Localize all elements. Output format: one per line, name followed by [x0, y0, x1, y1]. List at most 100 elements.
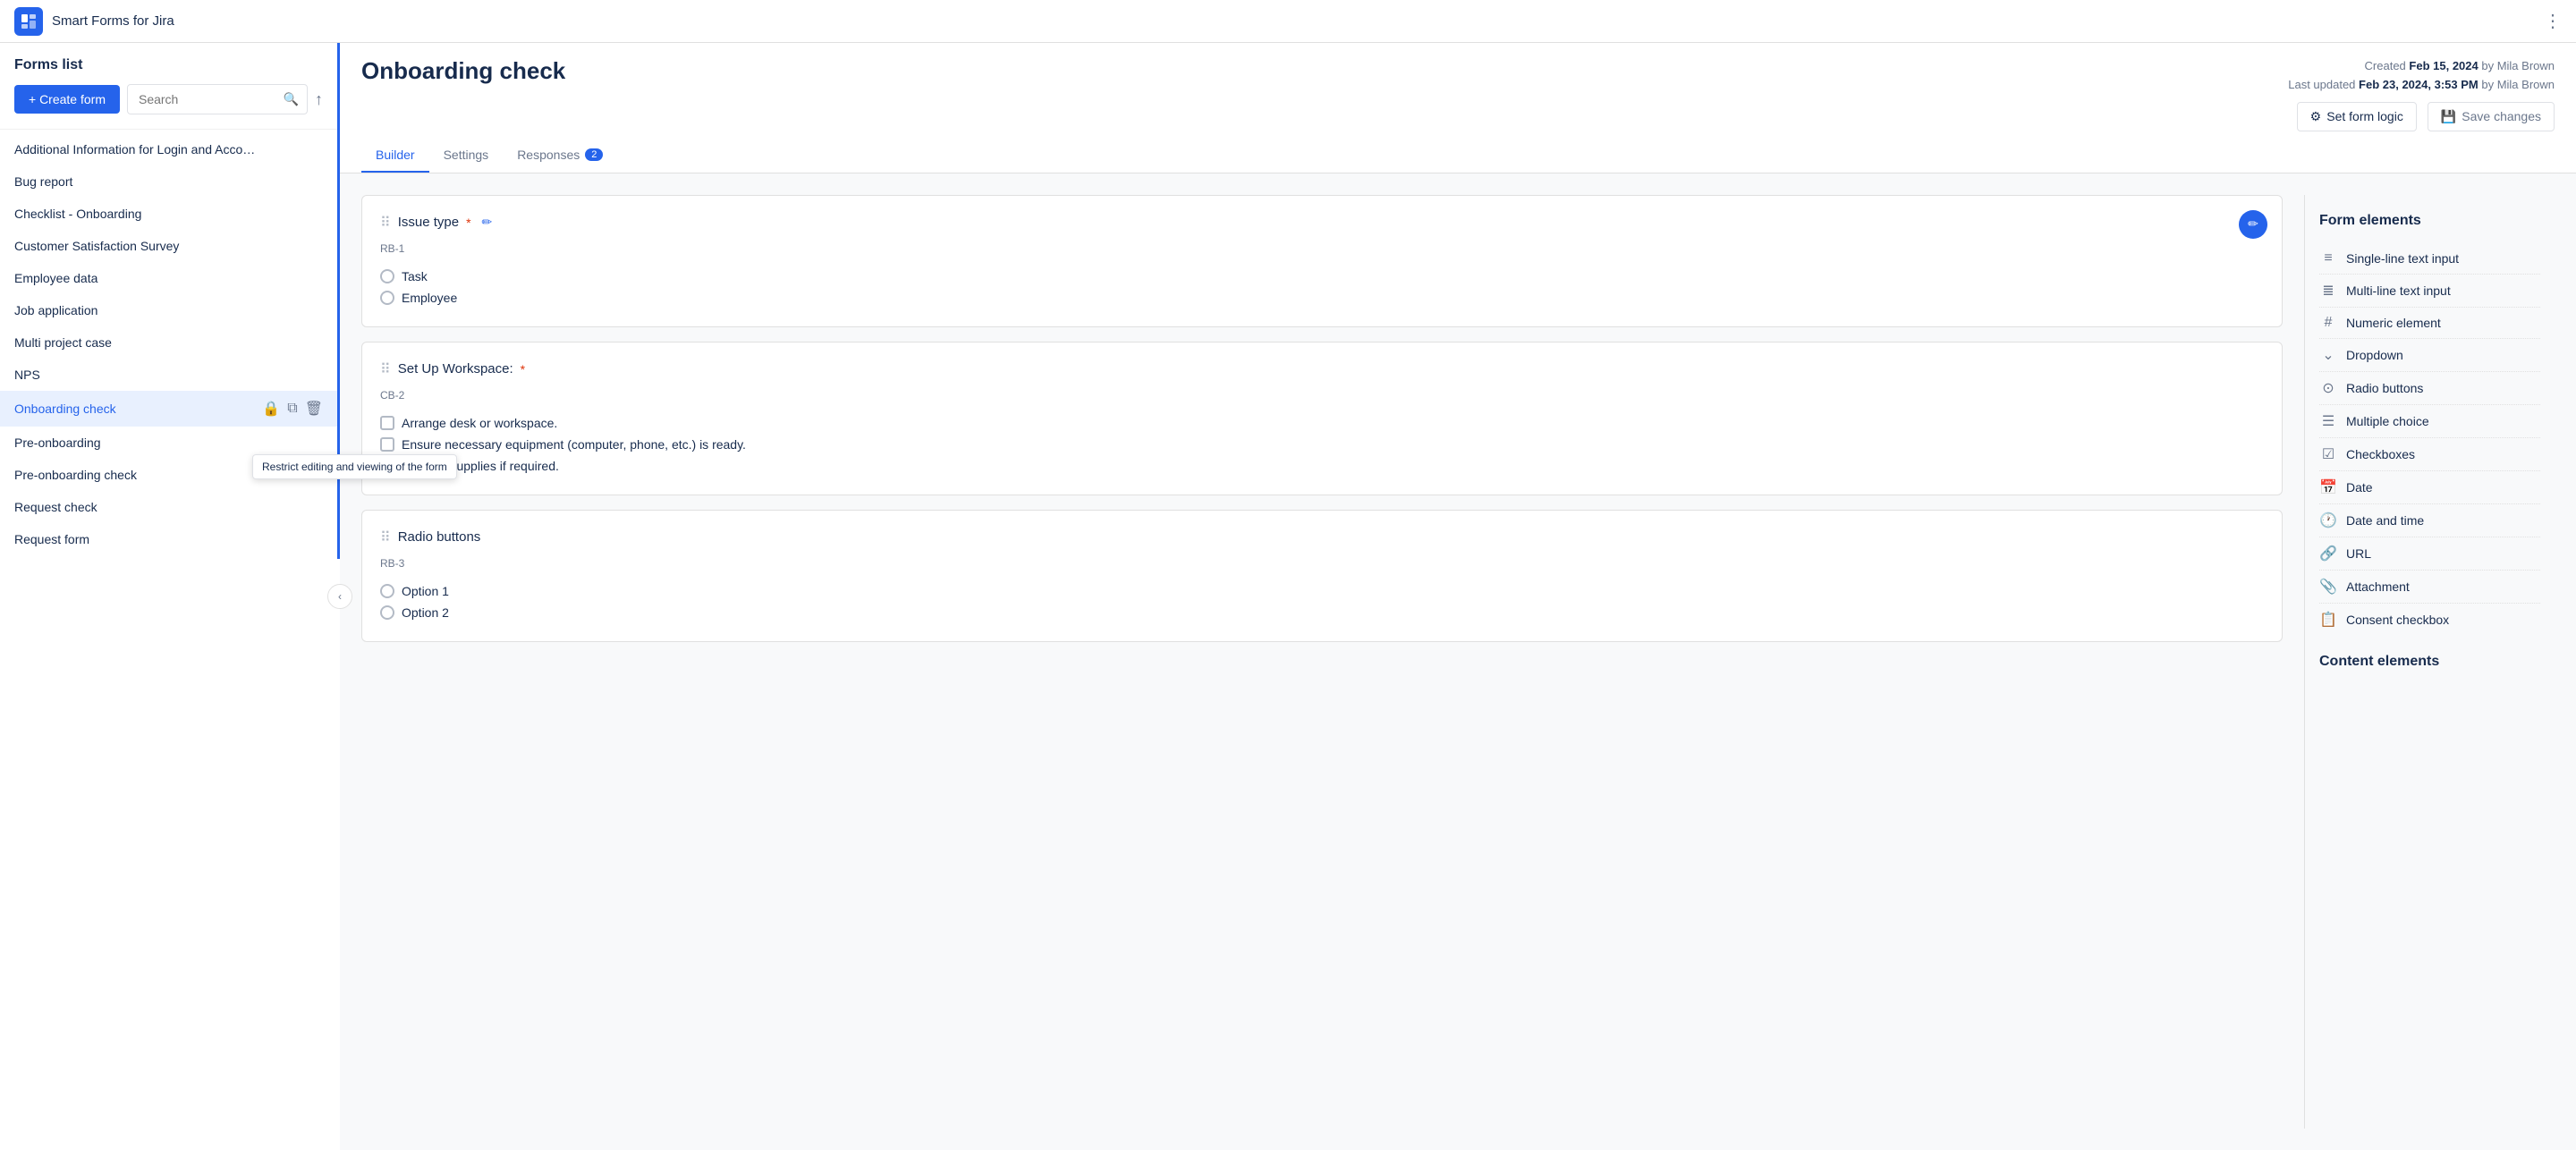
field-edit-icon[interactable]: ✏	[482, 215, 493, 230]
copy-icon[interactable]: ⧉	[287, 401, 297, 417]
checkbox-box	[380, 437, 394, 452]
drag-handle-icon[interactable]: ⠿	[380, 360, 391, 378]
radio-option[interactable]: Option 1	[380, 580, 2264, 602]
form-card-card3: ⠿ Radio buttons RB-3 Option 1 Option 2	[361, 510, 2283, 642]
element-item-multi-line[interactable]: ≣ Multi-line text input	[2319, 275, 2540, 308]
form-card-card2: ⠿ Set Up Workspace: * CB-2 Arrange desk …	[361, 342, 2283, 495]
delete-icon[interactable]: 🗑	[305, 400, 323, 418]
element-label: Dropdown	[2346, 348, 2403, 362]
element-label: Multi-line text input	[2346, 283, 2451, 298]
radio-option[interactable]: Task	[380, 266, 2264, 287]
header-meta: Created Feb 15, 2024 by Mila Brown Last …	[2288, 57, 2555, 95]
tab-builder[interactable]: Builder	[361, 139, 429, 173]
create-form-button[interactable]: + Create form	[14, 85, 120, 114]
sidebar-item-employee-data[interactable]: Employee data	[0, 262, 337, 294]
sidebar-item-nps[interactable]: NPS	[0, 359, 337, 391]
radio-option[interactable]: Employee	[380, 287, 2264, 309]
sidebar-item-label: Checklist - Onboarding	[14, 207, 141, 221]
element-item-single-line[interactable]: ≡ Single-line text input	[2319, 243, 2540, 275]
element-label: Multiple choice	[2346, 414, 2429, 428]
radio-option[interactable]: Option 2	[380, 602, 2264, 623]
sidebar-item-label: Customer Satisfaction Survey	[14, 239, 179, 253]
main-header: Onboarding check Created Feb 15, 2024 by…	[340, 43, 2576, 173]
field-label: Issue type	[398, 215, 459, 230]
element-label: Checkboxes	[2346, 447, 2415, 461]
sidebar-item-job-application[interactable]: Job application	[0, 294, 337, 326]
element-label: URL	[2346, 546, 2371, 561]
sidebar-item-multi-project[interactable]: Multi project case	[0, 326, 337, 359]
tab-badge: 2	[585, 148, 603, 161]
main-layout: Forms list + Create form 🔍 ↑ Additional …	[0, 43, 2576, 1150]
element-item-attachment[interactable]: 📎 Attachment	[2319, 571, 2540, 604]
checkbox-option[interactable]: Ensure necessary equipment (computer, ph…	[380, 434, 2264, 455]
checkbox-option[interactable]: Arrange desk or workspace.	[380, 412, 2264, 434]
form-card-header: ⠿ Issue type * ✏	[380, 214, 2264, 232]
radio-circle	[380, 605, 394, 620]
sidebar-wrapper: Forms list + Create form 🔍 ↑ Additional …	[0, 43, 340, 1150]
tab-settings[interactable]: Settings	[429, 139, 504, 173]
drag-handle-icon[interactable]: ⠿	[380, 214, 391, 232]
element-icon-radio: ⊙	[2319, 379, 2337, 397]
sidebar-item-onboarding-check[interactable]: Onboarding check 🔒 ⧉ 🗑	[0, 391, 337, 427]
element-icon-date-time: 🕐	[2319, 512, 2337, 529]
sidebar-item-request-form[interactable]: Request form	[0, 523, 337, 555]
main-content: Onboarding check Created Feb 15, 2024 by…	[340, 43, 2576, 1150]
element-icon-consent: 📋	[2319, 611, 2337, 629]
field-code: RB-3	[380, 557, 2264, 570]
lock-icon[interactable]: 🔒	[262, 400, 280, 418]
element-item-radio[interactable]: ⊙ Radio buttons	[2319, 372, 2540, 405]
element-item-numeric[interactable]: # Numeric element	[2319, 308, 2540, 339]
sidebar-item-label: Request form	[14, 532, 89, 546]
drag-handle-icon[interactable]: ⠿	[380, 528, 391, 546]
set-form-logic-button[interactable]: ⚙ Set form logic	[2297, 102, 2417, 131]
topbar-left: Smart Forms for Jira	[14, 7, 174, 36]
checkbox-option[interactable]: …itional supplies if required.	[380, 455, 2264, 477]
sidebar-item-label: Bug report	[14, 174, 72, 189]
page-title: Onboarding check	[361, 57, 565, 85]
sidebar-item-label: Additional Information for Login and Acc…	[14, 142, 255, 156]
sidebar-item-label: Multi project case	[14, 335, 112, 350]
more-menu-icon[interactable]: ⋮	[2544, 10, 2562, 32]
element-icon-dropdown: ⌄	[2319, 346, 2337, 364]
sidebar-header: Forms list + Create form 🔍 ↑	[0, 43, 337, 130]
collapse-sidebar-button[interactable]: ‹	[327, 584, 352, 609]
element-item-dropdown[interactable]: ⌄ Dropdown	[2319, 339, 2540, 372]
sidebar-item-checklist[interactable]: Checklist - Onboarding	[0, 198, 337, 230]
sidebar-item-customer-satisfaction[interactable]: Customer Satisfaction Survey	[0, 230, 337, 262]
element-icon-multiple-choice: ☰	[2319, 412, 2337, 430]
required-marker: *	[466, 216, 470, 230]
tab-responses[interactable]: Responses2	[503, 139, 617, 173]
element-item-url[interactable]: 🔗 URL	[2319, 537, 2540, 571]
upload-icon[interactable]: ↑	[315, 90, 323, 109]
element-item-multiple-choice[interactable]: ☰ Multiple choice	[2319, 405, 2540, 438]
field-code: RB-1	[380, 242, 2264, 255]
sidebar: Forms list + Create form 🔍 ↑ Additional …	[0, 43, 340, 559]
element-item-checkboxes[interactable]: ☑ Checkboxes	[2319, 438, 2540, 471]
element-item-date-time[interactable]: 🕐 Date and time	[2319, 504, 2540, 537]
sidebar-title: Forms list	[14, 57, 323, 73]
element-item-date[interactable]: 📅 Date	[2319, 471, 2540, 504]
tab-label: Builder	[376, 148, 415, 162]
save-changes-button[interactable]: 💾 Save changes	[2428, 102, 2555, 131]
sidebar-item-label: Onboarding check	[14, 402, 116, 416]
card-edit-button[interactable]: ✏	[2239, 210, 2267, 239]
form-card-card1: ⠿ Issue type * ✏ RB-1 Task Employee ✏	[361, 195, 2283, 327]
main-header-top: Onboarding check Created Feb 15, 2024 by…	[361, 57, 2555, 95]
sidebar-item-request-check[interactable]: Request check	[0, 491, 337, 523]
form-card-header: ⠿ Radio buttons	[380, 528, 2264, 546]
option-label: Ensure necessary equipment (computer, ph…	[402, 437, 746, 452]
sidebar-item-bug-report[interactable]: Bug report	[0, 165, 337, 198]
element-label: Single-line text input	[2346, 251, 2459, 266]
sidebar-item-additional[interactable]: Additional Information for Login and Acc…	[0, 133, 337, 165]
element-label: Numeric element	[2346, 316, 2441, 330]
sidebar-item-label: NPS	[14, 368, 40, 382]
element-icon-date: 📅	[2319, 478, 2337, 496]
builder-area: ⠿ Issue type * ✏ RB-1 Task Employee ✏ ⠿ …	[340, 173, 2576, 1150]
search-input[interactable]	[127, 84, 308, 114]
sidebar-item-label: Request check	[14, 500, 97, 514]
option-label: Task	[402, 269, 428, 283]
sidebar-item-label: Job application	[14, 303, 97, 317]
element-item-consent[interactable]: 📋 Consent checkbox	[2319, 604, 2540, 636]
radio-circle	[380, 584, 394, 598]
app-title: Smart Forms for Jira	[52, 13, 174, 29]
